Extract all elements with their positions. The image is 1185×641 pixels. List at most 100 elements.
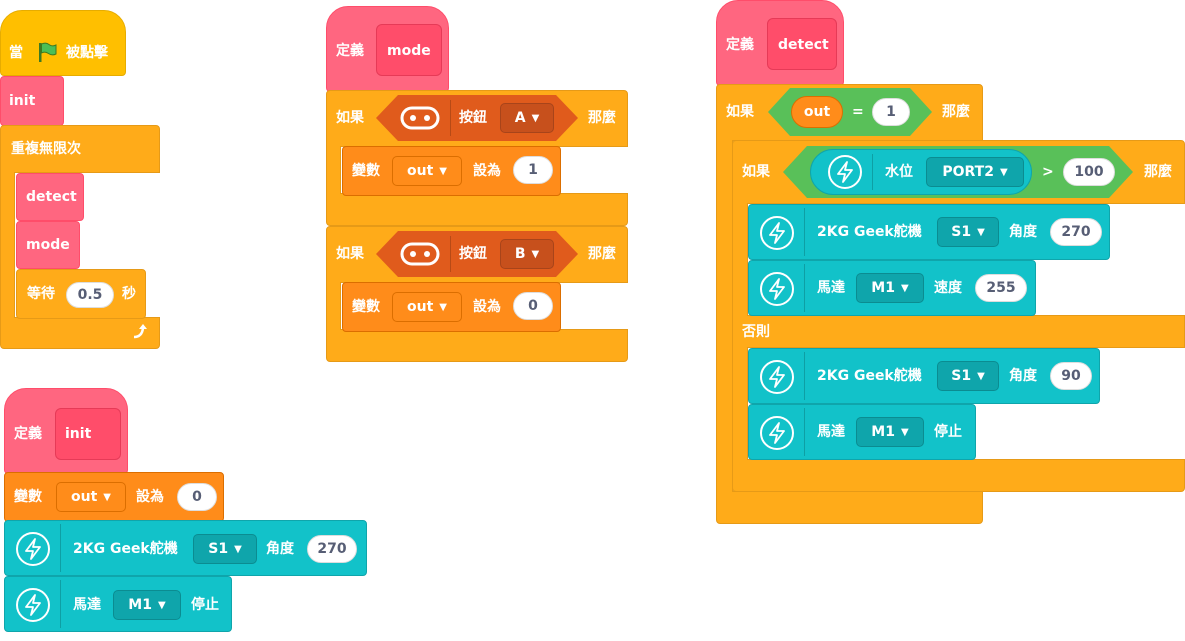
call-init-label: init	[9, 93, 36, 109]
lightning-icon	[760, 272, 794, 306]
variable-dropdown[interactable]: out ▼	[392, 292, 462, 322]
variable-dropdown[interactable]: out ▼	[56, 482, 126, 512]
init-prototype-label: init	[65, 426, 92, 442]
when-label: 當	[9, 45, 23, 61]
wait-seconds-input[interactable]: 0.5	[66, 282, 114, 308]
out-variable-reporter[interactable]: out	[791, 96, 843, 128]
angle-input[interactable]: 270	[1050, 218, 1102, 246]
port-value: PORT2	[942, 164, 994, 180]
chevron-down-icon: ▼	[977, 226, 985, 238]
mode-prototype-label: mode	[387, 43, 431, 59]
motor-port-value: M1	[128, 597, 152, 613]
set-to-label: 設為	[473, 299, 501, 315]
if-label: 如果	[726, 104, 754, 120]
motor-label: 馬達	[817, 424, 845, 440]
lightning-icon	[760, 216, 794, 250]
if-label: 如果	[336, 246, 364, 262]
servo-port-dropdown[interactable]: S1 ▼	[193, 534, 257, 564]
water-level-label: 水位	[885, 164, 913, 180]
button-label: 按鈕	[459, 246, 487, 262]
angle-label: 角度	[1009, 224, 1037, 240]
set-variable-label: 變數	[352, 299, 380, 315]
motor-label: 馬達	[817, 280, 845, 296]
set-value-input[interactable]: 1	[513, 156, 553, 184]
button-a-value: A	[514, 110, 526, 126]
call-mode-label: mode	[26, 237, 70, 253]
chevron-down-icon: ▼	[900, 426, 909, 438]
servo-block-else[interactable]	[748, 348, 1100, 404]
then-label: 那麼	[588, 246, 616, 262]
variable-value: out	[71, 489, 98, 505]
servo-port-value: S1	[208, 541, 229, 557]
motor-label: 馬達	[73, 597, 101, 613]
servo-port-value: S1	[951, 224, 972, 240]
stop-label: 停止	[934, 424, 962, 440]
define-init-label: 定義	[14, 426, 42, 442]
servo-label: 2KG Geek舵機	[817, 224, 922, 240]
define-mode-label: 定義	[336, 43, 364, 59]
servo-port-dropdown[interactable]: S1 ▼	[937, 361, 999, 391]
speed-label: 速度	[934, 280, 962, 296]
if-label: 如果	[742, 164, 770, 180]
chevron-down-icon: ▼	[999, 166, 1008, 178]
set-variable-label: 變數	[14, 489, 42, 505]
else-label: 否則	[742, 324, 770, 340]
motor-port-value: M1	[871, 424, 895, 440]
button-a-dropdown[interactable]: A ▼	[500, 103, 554, 133]
chevron-down-icon: ▼	[234, 543, 242, 555]
port-dropdown[interactable]: PORT2 ▼	[926, 157, 1024, 187]
servo-port-value: S1	[951, 368, 972, 384]
variable-dropdown[interactable]: out ▼	[392, 156, 462, 186]
angle-label: 角度	[266, 541, 294, 557]
seconds-label: 秒	[122, 286, 136, 302]
clicked-label: 被點擊	[66, 45, 108, 61]
chevron-down-icon: ▼	[439, 301, 447, 313]
then-label: 那麼	[942, 104, 970, 120]
forever-label: 重複無限次	[11, 141, 81, 157]
stop-label: 停止	[191, 597, 219, 613]
call-detect-label: detect	[26, 189, 77, 205]
chevron-down-icon: ▼	[531, 248, 540, 260]
servo-label: 2KG Geek舵機	[73, 541, 178, 557]
detect-prototype-label: detect	[778, 37, 829, 53]
chevron-down-icon: ▼	[977, 370, 985, 382]
set-value-input[interactable]: 0	[513, 292, 553, 320]
motor-port-dropdown[interactable]: M1 ▼	[856, 273, 924, 303]
chevron-down-icon: ▼	[157, 599, 166, 611]
button-b-dropdown[interactable]: B ▼	[500, 239, 554, 269]
set-value-input[interactable]: 0	[177, 483, 217, 511]
motor-port-value: M1	[871, 280, 895, 296]
set-to-label: 設為	[473, 163, 501, 179]
speed-input[interactable]: 255	[975, 274, 1027, 302]
greater-than-label: >	[1042, 164, 1054, 180]
chevron-down-icon: ▼	[439, 165, 447, 177]
variable-value: out	[407, 299, 434, 315]
angle-label: 角度	[1009, 368, 1037, 384]
lightning-icon	[760, 416, 794, 450]
lightning-icon	[760, 360, 794, 394]
servo-label: 2KG Geek舵機	[817, 368, 922, 384]
servo-port-dropdown[interactable]: S1 ▼	[937, 217, 999, 247]
set-to-label: 設為	[136, 489, 164, 505]
lightning-icon	[16, 532, 50, 566]
button-label: 按鈕	[459, 110, 487, 126]
then-label: 那麼	[1144, 164, 1172, 180]
angle-input[interactable]: 270	[307, 535, 357, 563]
threshold-input[interactable]: 100	[1063, 158, 1115, 186]
define-detect-label: 定義	[726, 37, 754, 53]
then-label: 那麼	[588, 110, 616, 126]
button-b-value: B	[514, 246, 526, 262]
wait-label: 等待	[27, 286, 55, 302]
chevron-down-icon: ▼	[103, 491, 111, 503]
lightning-icon	[828, 155, 862, 189]
lightning-icon	[16, 588, 50, 622]
equals-value-input[interactable]: 1	[872, 98, 910, 126]
angle-input[interactable]: 90	[1050, 362, 1092, 390]
motor-port-dropdown[interactable]: M1 ▼	[856, 417, 924, 447]
green-flag-icon	[36, 41, 58, 67]
variable-value: out	[407, 163, 434, 179]
when-flag-clicked-block[interactable]	[0, 10, 126, 76]
chevron-down-icon: ▼	[531, 112, 540, 124]
equals-label: =	[852, 104, 864, 120]
motor-port-dropdown[interactable]: M1 ▼	[113, 590, 181, 620]
